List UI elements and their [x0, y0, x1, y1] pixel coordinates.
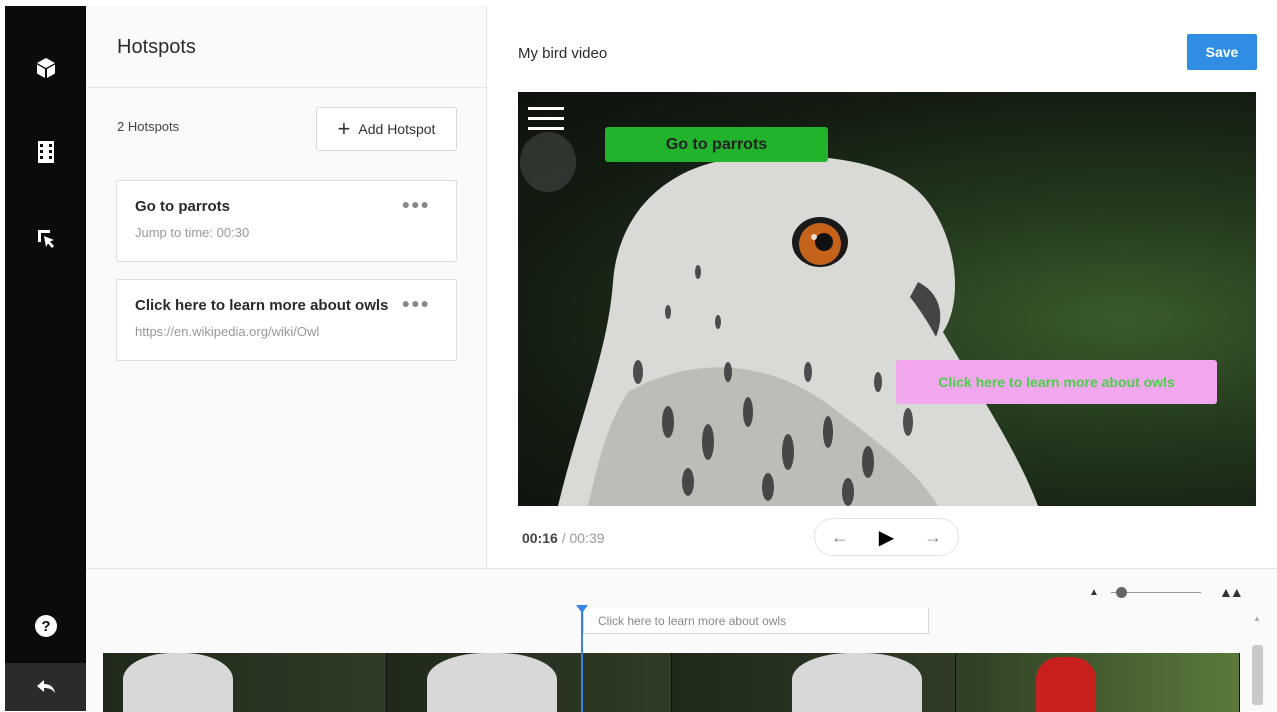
hamburger-menu-icon[interactable]: [528, 107, 564, 137]
hotspot-card[interactable]: Click here to learn more about owls http…: [116, 279, 457, 361]
hotspot-card-subtitle: https://en.wikipedia.org/wiki/Owl: [135, 324, 320, 339]
pointer-icon[interactable]: [5, 218, 86, 258]
hotspot-go-to-parrots[interactable]: Go to parrots: [605, 127, 828, 162]
zoom-slider-handle[interactable]: [1115, 587, 1127, 598]
time-separator: /: [561, 530, 566, 546]
hotspots-panel: Hotspots 2 Hotspots + Add Hotspot Go to …: [86, 6, 487, 568]
filmstrip-frame: [671, 653, 956, 712]
filmstrip-frame: [103, 653, 388, 712]
play-icon[interactable]: ▶: [879, 525, 894, 550]
parrot-thumbnail: [1035, 657, 1096, 712]
playhead[interactable]: [581, 607, 583, 712]
hotspot-card-title: Go to parrots: [135, 198, 231, 215]
zoom-in-icon[interactable]: ▲▲: [1219, 584, 1244, 600]
back-icon[interactable]: [5, 663, 86, 711]
left-rail: ?: [5, 6, 86, 711]
zoom-out-icon[interactable]: ▲: [1089, 587, 1099, 598]
arrow-left-icon[interactable]: ←: [831, 527, 849, 548]
hotspot-card-subtitle: Jump to time: 00:30: [135, 225, 250, 240]
video-title: My bird video: [518, 45, 608, 62]
scroll-up-icon[interactable]: ▲: [1253, 614, 1261, 623]
more-options-icon[interactable]: ●●●: [402, 196, 430, 212]
owl-thumbnail: [791, 653, 922, 712]
add-hotspot-button[interactable]: + Add Hotspot: [316, 107, 457, 151]
hotspot-card[interactable]: Go to parrots Jump to time: 00:30 ●●●: [116, 180, 457, 262]
hotspot-learn-owls[interactable]: Click here to learn more about owls: [896, 360, 1217, 404]
filmstrip-frame: [387, 653, 672, 712]
plus-icon: +: [337, 116, 351, 141]
save-button[interactable]: Save: [1187, 34, 1257, 70]
total-time: 00:39: [569, 530, 605, 546]
zoom-control: ▲ ▲▲: [1086, 579, 1246, 605]
owl-thumbnail: [123, 653, 233, 712]
current-time: 00:16: [522, 530, 558, 546]
filmstrip[interactable]: [103, 653, 1240, 712]
add-hotspot-label: Add Hotspot: [358, 121, 436, 137]
help-icon[interactable]: ?: [5, 606, 86, 646]
timeline-hotspot-bar[interactable]: Click here to learn more about owls: [583, 607, 929, 634]
panel-title: Hotspots: [86, 6, 486, 88]
app: ? Hotspots 2 Hotspots + Add Hotspot Go t…: [0, 0, 1277, 712]
video-player[interactable]: Go to parrots Click here to learn more a…: [518, 92, 1256, 506]
hotspot-card-title: Click here to learn more about owls: [135, 297, 389, 314]
svg-text:?: ?: [41, 618, 50, 635]
more-options-icon[interactable]: ●●●: [402, 295, 430, 311]
playback-controls: ← ▶ →: [814, 518, 959, 556]
filmstrip-frame: [955, 653, 1240, 712]
film-icon[interactable]: [5, 132, 86, 172]
timeline: ▲ ▲▲ Click here to learn more about owls…: [86, 568, 1277, 712]
hotspot-count: 2 Hotspots: [117, 119, 180, 134]
timeline-scrollbar[interactable]: [1252, 645, 1263, 705]
time-display: 00:16 / 00:39: [522, 530, 605, 546]
owl-thumbnail: [427, 653, 558, 712]
arrow-right-icon[interactable]: →: [924, 527, 942, 548]
cube-icon[interactable]: [5, 48, 86, 88]
video-editor: My bird video Save Go to parrots Click h…: [488, 6, 1277, 568]
